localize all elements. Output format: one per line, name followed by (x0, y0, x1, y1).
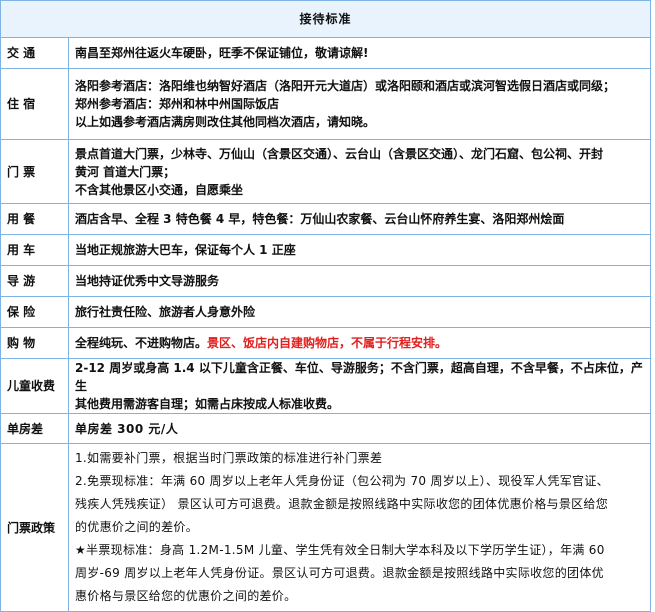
label-single: 单房差 (0, 413, 69, 444)
policy-line-3: 残疾人凭残疾证） 景区认可方可退费。退款金额是按照线路中实际收您的团体优惠价格与… (75, 497, 609, 511)
label-insurance: 保 险 (0, 296, 69, 328)
policy-line-7: 惠价格与景区给您的优惠价之间的差价。 (75, 589, 297, 603)
row-child: 儿童收费 2-12 周岁或身高 1.4 以下儿童含正餐、车位、导游服务；不含门票… (0, 358, 651, 414)
label-transport: 交 通 (0, 37, 69, 69)
row-shopping: 购 物 全程纯玩、不进购物店。景区、饭店内自建购物店，不属于行程安排。 (0, 327, 651, 359)
hotel-line-1: 洛阳参考酒店：洛阳维也纳智好酒店（洛阳开元大道店）或洛阳颐和酒店或滨河智选假日酒… (75, 79, 616, 93)
vehicle-line-1: 当地正规旅游大巴车，保证每个人 1 正座 (75, 243, 296, 257)
transport-line-1: 南昌至郑州往返火车硬卧，旺季不保证铺位，敬请谅解! (75, 46, 369, 60)
row-transport: 交 通 南昌至郑州往返火车硬卧，旺季不保证铺位，敬请谅解! (0, 37, 651, 69)
row-hotel: 住 宿 洛阳参考酒店：洛阳维也纳智好酒店（洛阳开元大道店）或洛阳颐和酒店或滨河智… (0, 68, 651, 140)
label-vehicle: 用 车 (0, 234, 69, 266)
policy-line-6: 周岁-69 周岁以上老年人凭身份证。景区认可方可退费。退款金额是按照线路中实际收… (75, 566, 604, 580)
content-meals: 酒店含早、全程 3 特色餐 4 早，特色餐：万仙山农家餐、云台山怀府养生宴、洛阳… (68, 203, 651, 235)
meals-line-1: 酒店含早、全程 3 特色餐 4 早，特色餐：万仙山农家餐、云台山怀府养生宴、洛阳… (75, 212, 565, 226)
label-tickets: 门 票 (0, 139, 69, 204)
tickets-line-1: 景点首道大门票，少林寺、万仙山（含景区交通）、云台山（含景区交通）、龙门石窟、包… (75, 146, 604, 161)
hotel-line-3: 以上如遇参考酒店满房则改住其他同档次酒店，请知晓。 (75, 115, 376, 129)
row-insurance: 保 险 旅行社责任险、旅游者人身意外险 (0, 296, 651, 328)
content-insurance: 旅行社责任险、旅游者人身意外险 (68, 296, 651, 328)
label-shopping: 购 物 (0, 327, 69, 359)
label-policy: 门票政策 (0, 443, 69, 612)
row-tickets: 门 票 景点首道大门票，少林寺、万仙山（含景区交通）、云台山（含景区交通）、龙门… (0, 139, 651, 204)
content-vehicle: 当地正规旅游大巴车，保证每个人 1 正座 (68, 234, 651, 266)
child-line-2: 其他费用需游客自理；如需占床按成人标准收费。 (75, 397, 340, 411)
content-tickets: 景点首道大门票，少林寺、万仙山（含景区交通）、云台山（含景区交通）、龙门石窟、包… (68, 139, 651, 204)
content-transport: 南昌至郑州往返火车硬卧，旺季不保证铺位，敬请谅解! (68, 37, 651, 69)
label-child: 儿童收费 (0, 358, 69, 414)
tickets-line-3: 不含其他景区小交通，自愿乘坐 (75, 182, 244, 197)
label-guide: 导 游 (0, 265, 69, 297)
content-child: 2-12 周岁或身高 1.4 以下儿童含正餐、车位、导游服务；不含门票，超高自理… (68, 358, 651, 414)
shopping-warning-text: 景区、饭店内自建购物店，不属于行程安排。 (207, 336, 448, 350)
table-title: 接待标准 (0, 0, 651, 38)
guide-line-1: 当地持证优秀中文导游服务 (75, 274, 220, 288)
policy-line-2: 2.免票现标准：年满 60 周岁以上老年人凭身份证（包公祠为 70 周岁以上）、… (75, 474, 609, 488)
policy-line-5: ★半票现标准：身高 1.2M-1.5M 儿童、学生凭有效全日制大学本科及以下学历… (75, 543, 605, 557)
row-policy: 门票政策 1.如需要补门票，根据当时门票政策的标准进行补门票差 2.免票现标准：… (0, 443, 651, 612)
hotel-line-2: 郑州参考酒店：郑州和林中州国际饭店 (75, 97, 280, 111)
label-hotel: 住 宿 (0, 68, 69, 140)
row-meals: 用 餐 酒店含早、全程 3 特色餐 4 早，特色餐：万仙山农家餐、云台山怀府养生… (0, 203, 651, 235)
reception-standard-sheet: 接待标准 交 通 南昌至郑州往返火车硬卧，旺季不保证铺位，敬请谅解! 住 宿 洛… (0, 0, 655, 612)
row-vehicle: 用 车 当地正规旅游大巴车，保证每个人 1 正座 (0, 234, 651, 266)
policy-line-4: 的优惠价之间的差价。 (75, 520, 199, 534)
child-line-1: 2-12 周岁或身高 1.4 以下儿童含正餐、车位、导游服务；不含门票，超高自理… (75, 361, 643, 393)
insurance-line-1: 旅行社责任险、旅游者人身意外险 (75, 305, 256, 319)
policy-line-1: 1.如需要补门票，根据当时门票政策的标准进行补门票差 (75, 451, 383, 465)
label-meals: 用 餐 (0, 203, 69, 235)
row-single: 单房差 单房差 300 元/人 (0, 413, 651, 444)
content-hotel: 洛阳参考酒店：洛阳维也纳智好酒店（洛阳开元大道店）或洛阳颐和酒店或滨河智选假日酒… (68, 68, 651, 140)
content-policy: 1.如需要补门票，根据当时门票政策的标准进行补门票差 2.免票现标准：年满 60… (68, 443, 651, 612)
content-shopping: 全程纯玩、不进购物店。景区、饭店内自建购物店，不属于行程安排。 (68, 327, 651, 359)
row-guide: 导 游 当地持证优秀中文导游服务 (0, 265, 651, 297)
shopping-text: 全程纯玩、不进购物店。 (75, 336, 208, 350)
title-row: 接待标准 (0, 0, 651, 38)
content-guide: 当地持证优秀中文导游服务 (68, 265, 651, 297)
tickets-line-2: 黄河 首道大门票； (75, 164, 176, 179)
content-single: 单房差 300 元/人 (68, 413, 651, 444)
reception-standard-table: 接待标准 交 通 南昌至郑州往返火车硬卧，旺季不保证铺位，敬请谅解! 住 宿 洛… (0, 0, 651, 612)
